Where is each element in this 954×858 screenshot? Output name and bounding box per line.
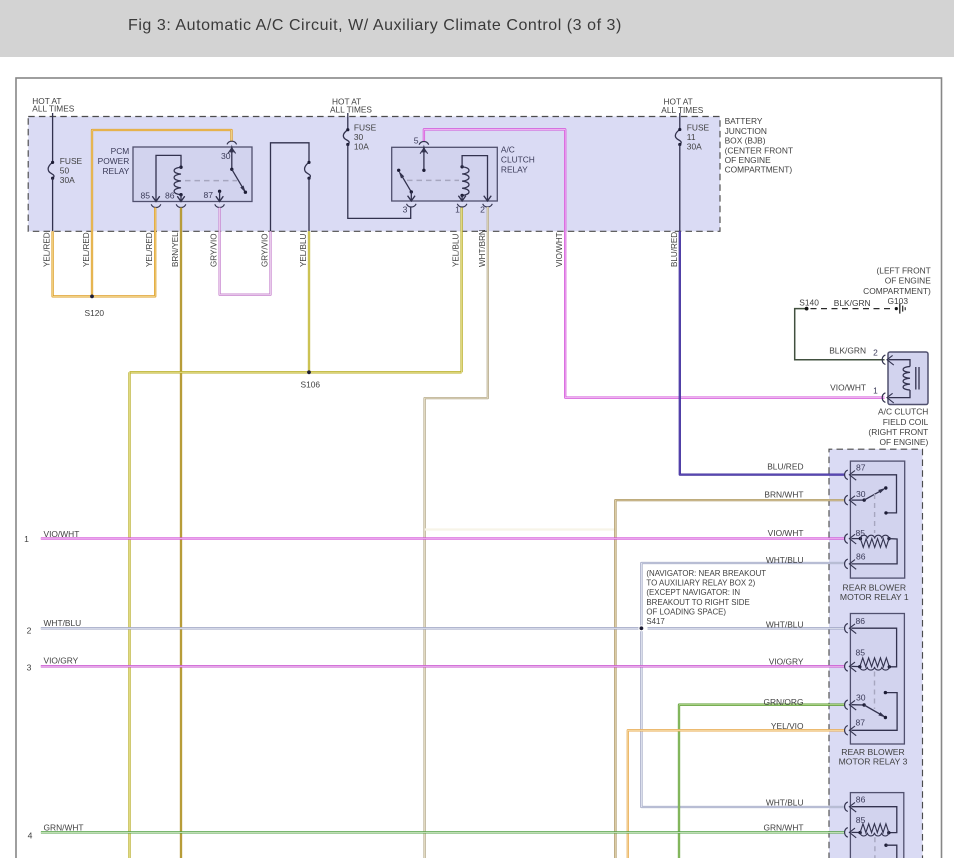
svg-text:87: 87 <box>856 718 866 728</box>
svg-text:OF LOADING SPACE): OF LOADING SPACE) <box>646 607 726 616</box>
svg-text:WHT/BRN: WHT/BRN <box>478 229 487 267</box>
svg-text:85: 85 <box>856 815 866 825</box>
svg-text:ALL TIMES: ALL TIMES <box>32 104 74 114</box>
svg-text:3: 3 <box>27 662 32 672</box>
svg-text:86: 86 <box>856 795 866 805</box>
svg-text:VIO/WHT: VIO/WHT <box>44 529 80 539</box>
svg-text:A/C: A/C <box>501 145 515 155</box>
svg-text:BLU/RED: BLU/RED <box>767 461 803 471</box>
svg-text:YEL/VIO: YEL/VIO <box>771 721 804 731</box>
svg-text:BLK/GRN: BLK/GRN <box>834 298 871 308</box>
svg-text:MOTOR RELAY 1: MOTOR RELAY 1 <box>840 592 909 602</box>
svg-text:85: 85 <box>140 191 150 201</box>
svg-text:OF ENGINE): OF ENGINE) <box>879 437 928 447</box>
svg-text:ALL TIMES: ALL TIMES <box>661 105 703 115</box>
svg-text:85: 85 <box>856 647 866 657</box>
svg-text:RELAY: RELAY <box>102 166 129 176</box>
svg-text:1: 1 <box>873 386 878 396</box>
svg-text:OF ENGINE: OF ENGINE <box>885 276 931 286</box>
svg-text:FUSE: FUSE <box>60 156 83 166</box>
svg-text:VIO/GRY: VIO/GRY <box>769 656 804 666</box>
svg-text:2: 2 <box>873 348 878 358</box>
svg-text:50: 50 <box>60 166 70 176</box>
svg-text:S120: S120 <box>85 308 105 318</box>
svg-text:GRN/WHT: GRN/WHT <box>44 822 84 832</box>
svg-text:30: 30 <box>354 132 364 142</box>
svg-text:WHT/BLU: WHT/BLU <box>766 555 804 565</box>
svg-text:S417: S417 <box>646 617 664 626</box>
svg-text:FIELD COIL: FIELD COIL <box>883 417 929 427</box>
svg-text:GRY/VIO: GRY/VIO <box>210 233 219 267</box>
svg-text:3: 3 <box>403 205 408 215</box>
svg-text:S140: S140 <box>799 297 819 307</box>
svg-text:86: 86 <box>856 616 866 626</box>
svg-text:30: 30 <box>856 489 866 499</box>
svg-text:WHT/BLU: WHT/BLU <box>44 618 82 628</box>
svg-text:RELAY: RELAY <box>501 165 528 175</box>
svg-text:COMPARTMENT): COMPARTMENT) <box>863 286 931 296</box>
svg-text:OF ENGINE: OF ENGINE <box>725 155 771 165</box>
svg-text:BATTERY: BATTERY <box>725 116 763 126</box>
svg-text:BOX (BJB): BOX (BJB) <box>725 136 766 146</box>
svg-text:4: 4 <box>28 831 33 841</box>
svg-text:(EXCEPT NAVIGATOR: IN: (EXCEPT NAVIGATOR: IN <box>646 588 740 597</box>
svg-text:YEL/RED: YEL/RED <box>43 232 52 267</box>
svg-text:30A: 30A <box>687 142 702 152</box>
svg-text:(RIGHT FRONT: (RIGHT FRONT <box>868 427 928 437</box>
svg-text:YEL/BLU: YEL/BLU <box>452 234 461 267</box>
svg-text:POWER: POWER <box>98 156 130 166</box>
svg-text:S106: S106 <box>301 380 321 390</box>
svg-text:87: 87 <box>856 463 866 473</box>
svg-text:BLK/GRN: BLK/GRN <box>829 346 866 356</box>
svg-text:30: 30 <box>856 692 866 702</box>
svg-text:(LEFT FRONT: (LEFT FRONT <box>877 265 931 275</box>
svg-text:2: 2 <box>27 625 32 635</box>
svg-text:2: 2 <box>480 205 485 215</box>
svg-text:GRN/WHT: GRN/WHT <box>763 823 803 833</box>
svg-text:11: 11 <box>687 132 696 142</box>
svg-text:85: 85 <box>856 528 866 538</box>
svg-text:BREAKOUT TO RIGHT SIDE: BREAKOUT TO RIGHT SIDE <box>646 598 749 607</box>
svg-text:COMPARTMENT): COMPARTMENT) <box>725 165 793 175</box>
svg-text:(CENTER FRONT: (CENTER FRONT <box>725 145 793 155</box>
svg-text:VIO/WHT: VIO/WHT <box>555 232 564 267</box>
svg-text:FUSE: FUSE <box>687 122 710 132</box>
svg-text:30: 30 <box>221 151 231 161</box>
svg-text:YEL/RED: YEL/RED <box>145 232 154 267</box>
svg-text:CLUTCH: CLUTCH <box>501 155 535 165</box>
svg-text:VIO/WHT: VIO/WHT <box>768 528 804 538</box>
svg-text:REAR BLOWER: REAR BLOWER <box>841 747 905 757</box>
svg-text:MOTOR RELAY 3: MOTOR RELAY 3 <box>839 757 908 767</box>
svg-text:BRN/YEL: BRN/YEL <box>171 232 180 267</box>
svg-text:10A: 10A <box>354 142 369 152</box>
svg-text:WHT/BLU: WHT/BLU <box>766 619 804 629</box>
svg-text:VIO/GRY: VIO/GRY <box>44 656 79 666</box>
svg-text:YEL/BLU: YEL/BLU <box>299 234 308 267</box>
svg-text:86: 86 <box>856 552 866 562</box>
svg-text:1: 1 <box>24 534 29 544</box>
svg-text:(NAVIGATOR: NEAR BREAKOUT: (NAVIGATOR: NEAR BREAKOUT <box>646 569 766 578</box>
svg-text:VIO/WHT: VIO/WHT <box>830 382 866 392</box>
svg-text:GRY/VIO: GRY/VIO <box>261 233 270 267</box>
svg-text:TO AUXILIARY RELAY BOX 2): TO AUXILIARY RELAY BOX 2) <box>646 579 755 588</box>
svg-text:30A: 30A <box>60 175 75 185</box>
svg-text:5: 5 <box>414 136 419 146</box>
svg-text:FUSE: FUSE <box>354 122 377 132</box>
svg-text:GRN/ORG: GRN/ORG <box>763 697 803 707</box>
svg-text:G103: G103 <box>888 296 909 306</box>
svg-text:1: 1 <box>455 205 460 215</box>
svg-text:BRN/WHT: BRN/WHT <box>764 489 803 499</box>
svg-text:Fig 3: Automatic A/C Circuit,: Fig 3: Automatic A/C Circuit, W/ Auxilia… <box>128 17 622 34</box>
svg-text:JUNCTION: JUNCTION <box>725 126 767 136</box>
svg-text:BLU/RED: BLU/RED <box>670 232 679 267</box>
svg-text:A/C CLUTCH: A/C CLUTCH <box>878 406 928 416</box>
svg-text:WHT/BLU: WHT/BLU <box>766 797 804 807</box>
svg-text:PCM: PCM <box>111 146 130 156</box>
svg-text:87: 87 <box>203 190 213 200</box>
svg-text:YEL/RED: YEL/RED <box>82 232 91 267</box>
svg-text:86: 86 <box>165 191 175 201</box>
svg-text:ALL TIMES: ALL TIMES <box>330 104 372 114</box>
